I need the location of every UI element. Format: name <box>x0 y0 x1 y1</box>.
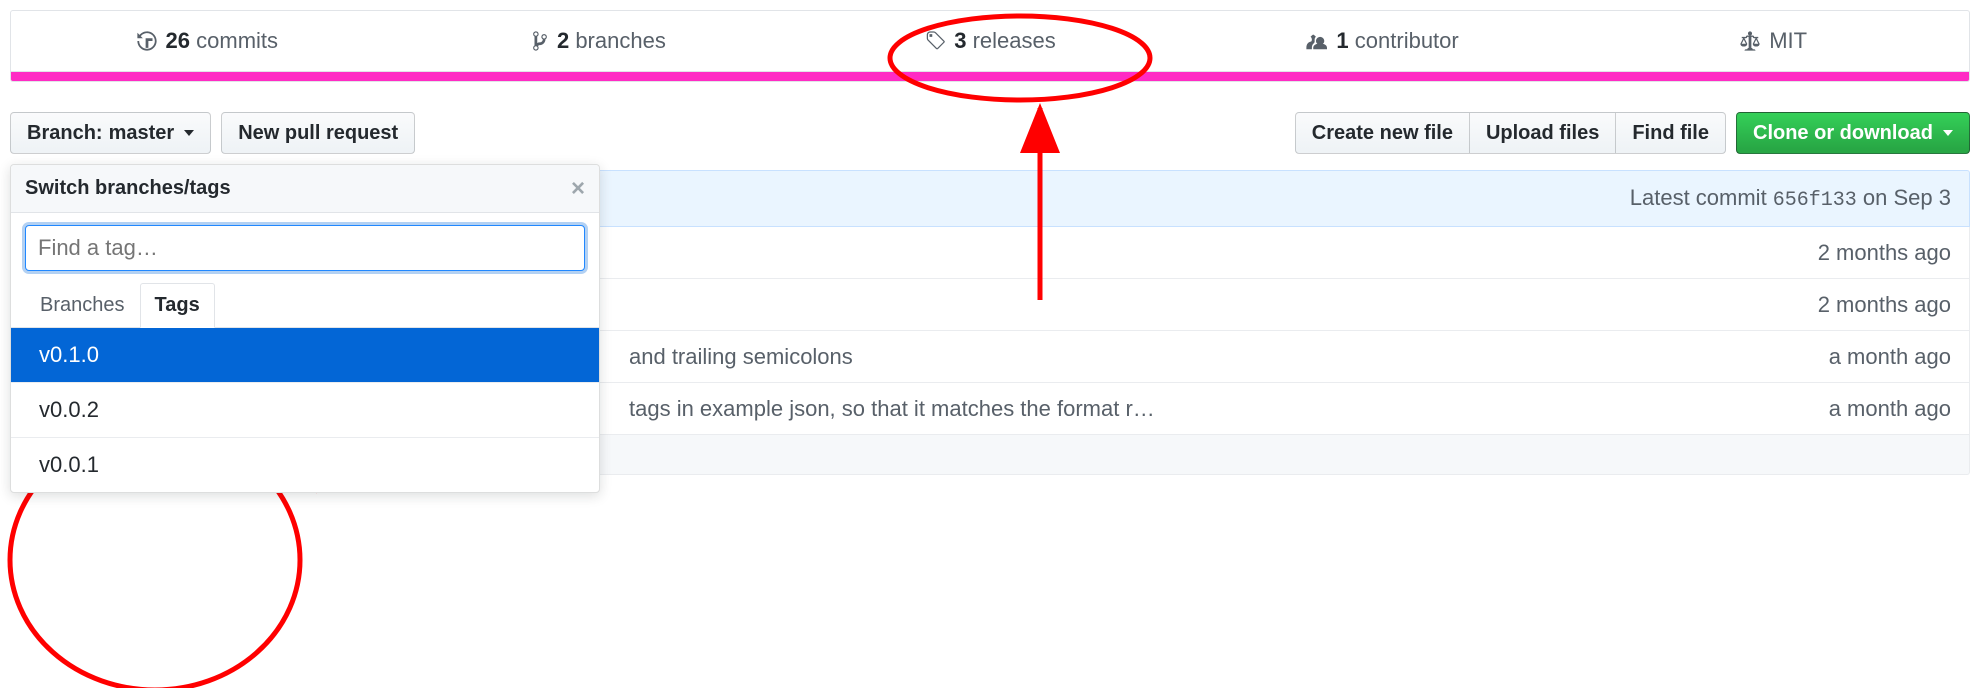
file-actions-group: Create new file Upload files Find file <box>1295 112 1726 154</box>
license-label: MIT <box>1769 28 1807 54</box>
tag-item[interactable]: v0.0.1 <box>11 438 599 492</box>
commit-meta: Latest commit 656f133 on Sep 3 <box>1630 185 1951 212</box>
releases-count: 3 <box>954 28 966 53</box>
commits-link[interactable]: 26 commits <box>11 11 403 71</box>
people-icon <box>1304 30 1328 52</box>
new-pull-request-button[interactable]: New pull request <box>221 112 415 154</box>
tab-tags[interactable]: Tags <box>140 283 215 328</box>
branches-count: 2 <box>557 28 569 53</box>
commit-date: on Sep 3 <box>1857 185 1951 210</box>
contributors-link[interactable]: 1 contributor <box>1186 11 1578 71</box>
caret-down-icon <box>184 130 194 136</box>
branches-link[interactable]: 2 branches <box>403 11 795 71</box>
dropdown-header: Switch branches/tags × <box>11 165 599 213</box>
releases-link[interactable]: 3 releases <box>794 11 1186 71</box>
releases-label: releases <box>973 28 1056 53</box>
history-icon <box>136 30 158 52</box>
upload-files-button[interactable]: Upload files <box>1469 112 1616 154</box>
latest-commit-label: Latest commit <box>1630 185 1773 210</box>
dropdown-search-wrap <box>11 213 599 283</box>
clone-download-button[interactable]: Clone or download <box>1736 112 1970 154</box>
file-time: a month ago <box>1829 396 1951 422</box>
find-file-button[interactable]: Find file <box>1615 112 1726 154</box>
create-file-button[interactable]: Create new file <box>1295 112 1470 154</box>
tag-item[interactable]: v0.0.2 <box>11 383 599 438</box>
dropdown-tabs: Branches Tags <box>11 283 599 328</box>
contributors-label: contributor <box>1355 28 1459 53</box>
law-icon <box>1739 30 1761 52</box>
branch-icon <box>531 30 549 52</box>
file-time: 2 months ago <box>1818 292 1951 318</box>
file-time: a month ago <box>1829 344 1951 370</box>
close-icon[interactable]: × <box>571 181 585 197</box>
language-bar[interactable] <box>10 72 1970 82</box>
commits-label: commits <box>196 28 278 53</box>
branches-label: branches <box>575 28 666 53</box>
tab-branches[interactable]: Branches <box>25 283 140 328</box>
branch-prefix: Branch: <box>27 123 103 143</box>
tag-search-input[interactable] <box>25 225 585 271</box>
repo-toolbar: Branch: master New pull request Create n… <box>10 112 1970 154</box>
contributors-count: 1 <box>1336 28 1348 53</box>
branch-select-button[interactable]: Branch: master <box>10 112 211 154</box>
dropdown-title: Switch branches/tags <box>25 177 231 200</box>
tag-item-selected[interactable]: v0.1.0 <box>11 328 599 383</box>
clone-label: Clone or download <box>1753 123 1933 143</box>
branch-name: master <box>109 123 175 143</box>
tag-icon <box>924 30 946 52</box>
commit-sha[interactable]: 656f133 <box>1773 189 1857 212</box>
commits-count: 26 <box>166 28 190 53</box>
license-link[interactable]: MIT <box>1577 11 1969 71</box>
repo-stats-bar: 26 commits 2 branches 3 releases 1 contr… <box>10 10 1970 72</box>
file-time: 2 months ago <box>1818 240 1951 266</box>
branch-tag-dropdown: Switch branches/tags × Branches Tags v0.… <box>10 164 600 493</box>
caret-down-icon <box>1943 130 1953 136</box>
